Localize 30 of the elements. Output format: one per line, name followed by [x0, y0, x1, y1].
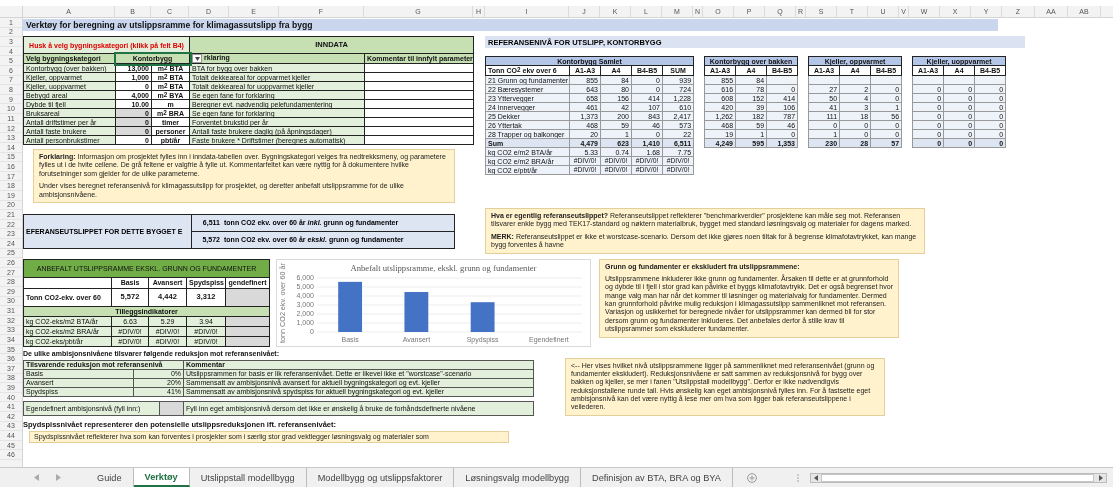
bar — [470, 301, 495, 332]
sheet-tab[interactable]: Utslippstall modellbygg — [189, 468, 307, 487]
input-cell[interactable] — [225, 326, 270, 336]
bar — [338, 281, 363, 332]
scroll-left-icon[interactable] — [812, 474, 819, 481]
sheet-title: Verktøy for beregning av utslippsramme for klimagassutslipp fra bygg — [23, 19, 998, 31]
horizontal-scrollbar[interactable] — [809, 472, 1107, 483]
chart-title: Anbefalt utslippsramme, ekskl. grunn og fundamenter — [350, 262, 537, 273]
scrollbar-thumb[interactable] — [820, 473, 1094, 482]
sheet-tab[interactable]: Modellbygg og utslippsfaktorer — [306, 468, 455, 487]
scroll-right-icon[interactable] — [1098, 474, 1104, 481]
comment-cell[interactable] — [364, 108, 474, 118]
comment-cell[interactable] — [364, 63, 474, 73]
comment-cell[interactable] — [364, 135, 474, 145]
dropdown-button[interactable] — [192, 54, 203, 63]
comment-cell[interactable] — [364, 117, 474, 127]
input-cell[interactable] — [225, 336, 270, 346]
sheet-tab[interactable]: Guide — [86, 468, 134, 487]
input-cell[interactable] — [159, 401, 184, 415]
sheet-tab[interactable]: Definisjon av BTA, BRA og BYA — [581, 468, 733, 487]
comment-cell[interactable] — [364, 81, 474, 91]
bar — [404, 291, 429, 332]
input-cell[interactable] — [225, 316, 270, 326]
comment-cell[interactable] — [364, 90, 474, 100]
comment-cell[interactable] — [364, 72, 474, 82]
sheet-tab[interactable]: Verktøy — [133, 468, 190, 487]
comment-cell[interactable] — [364, 99, 474, 109]
comment-cell[interactable] — [364, 126, 474, 136]
caret-icon — [194, 56, 200, 61]
sheet-tab[interactable]: Løsningsvalg modellbygg — [454, 468, 581, 487]
